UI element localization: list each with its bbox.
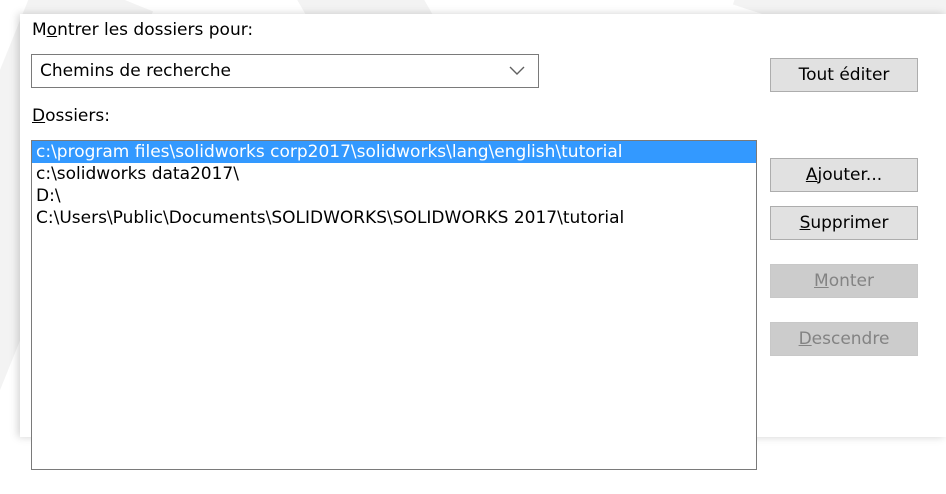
folders-label: Dossiers: [32,106,110,126]
dialog-panel: Montrer les dossiers pour: Chemins de re… [20,14,946,470]
dropdown-selected-value: Chemins de recherche [40,61,231,81]
folder-list-item[interactable]: c:\solidworks data2017\ [32,163,756,185]
add-button[interactable]: Ajouter... [770,158,918,192]
show-folders-for-label: Montrer les dossiers pour: [32,20,254,40]
folder-list-item[interactable]: D:\ [32,185,756,207]
folder-list-item[interactable]: C:\Users\Public\Documents\SOLIDWORKS\SOL… [32,207,756,229]
move-up-button[interactable]: Monter [770,264,918,298]
folder-list-item-selected[interactable]: c:\program files\solidworks corp2017\sol… [32,141,756,163]
chevron-down-icon [509,66,525,75]
edit-all-button[interactable]: Tout éditer [770,58,918,92]
remove-button[interactable]: Supprimer [770,206,918,240]
show-folders-for-dropdown[interactable]: Chemins de recherche [31,54,539,88]
folders-list[interactable]: c:\program files\solidworks corp2017\sol… [31,140,757,470]
move-down-button[interactable]: Descendre [770,322,918,356]
